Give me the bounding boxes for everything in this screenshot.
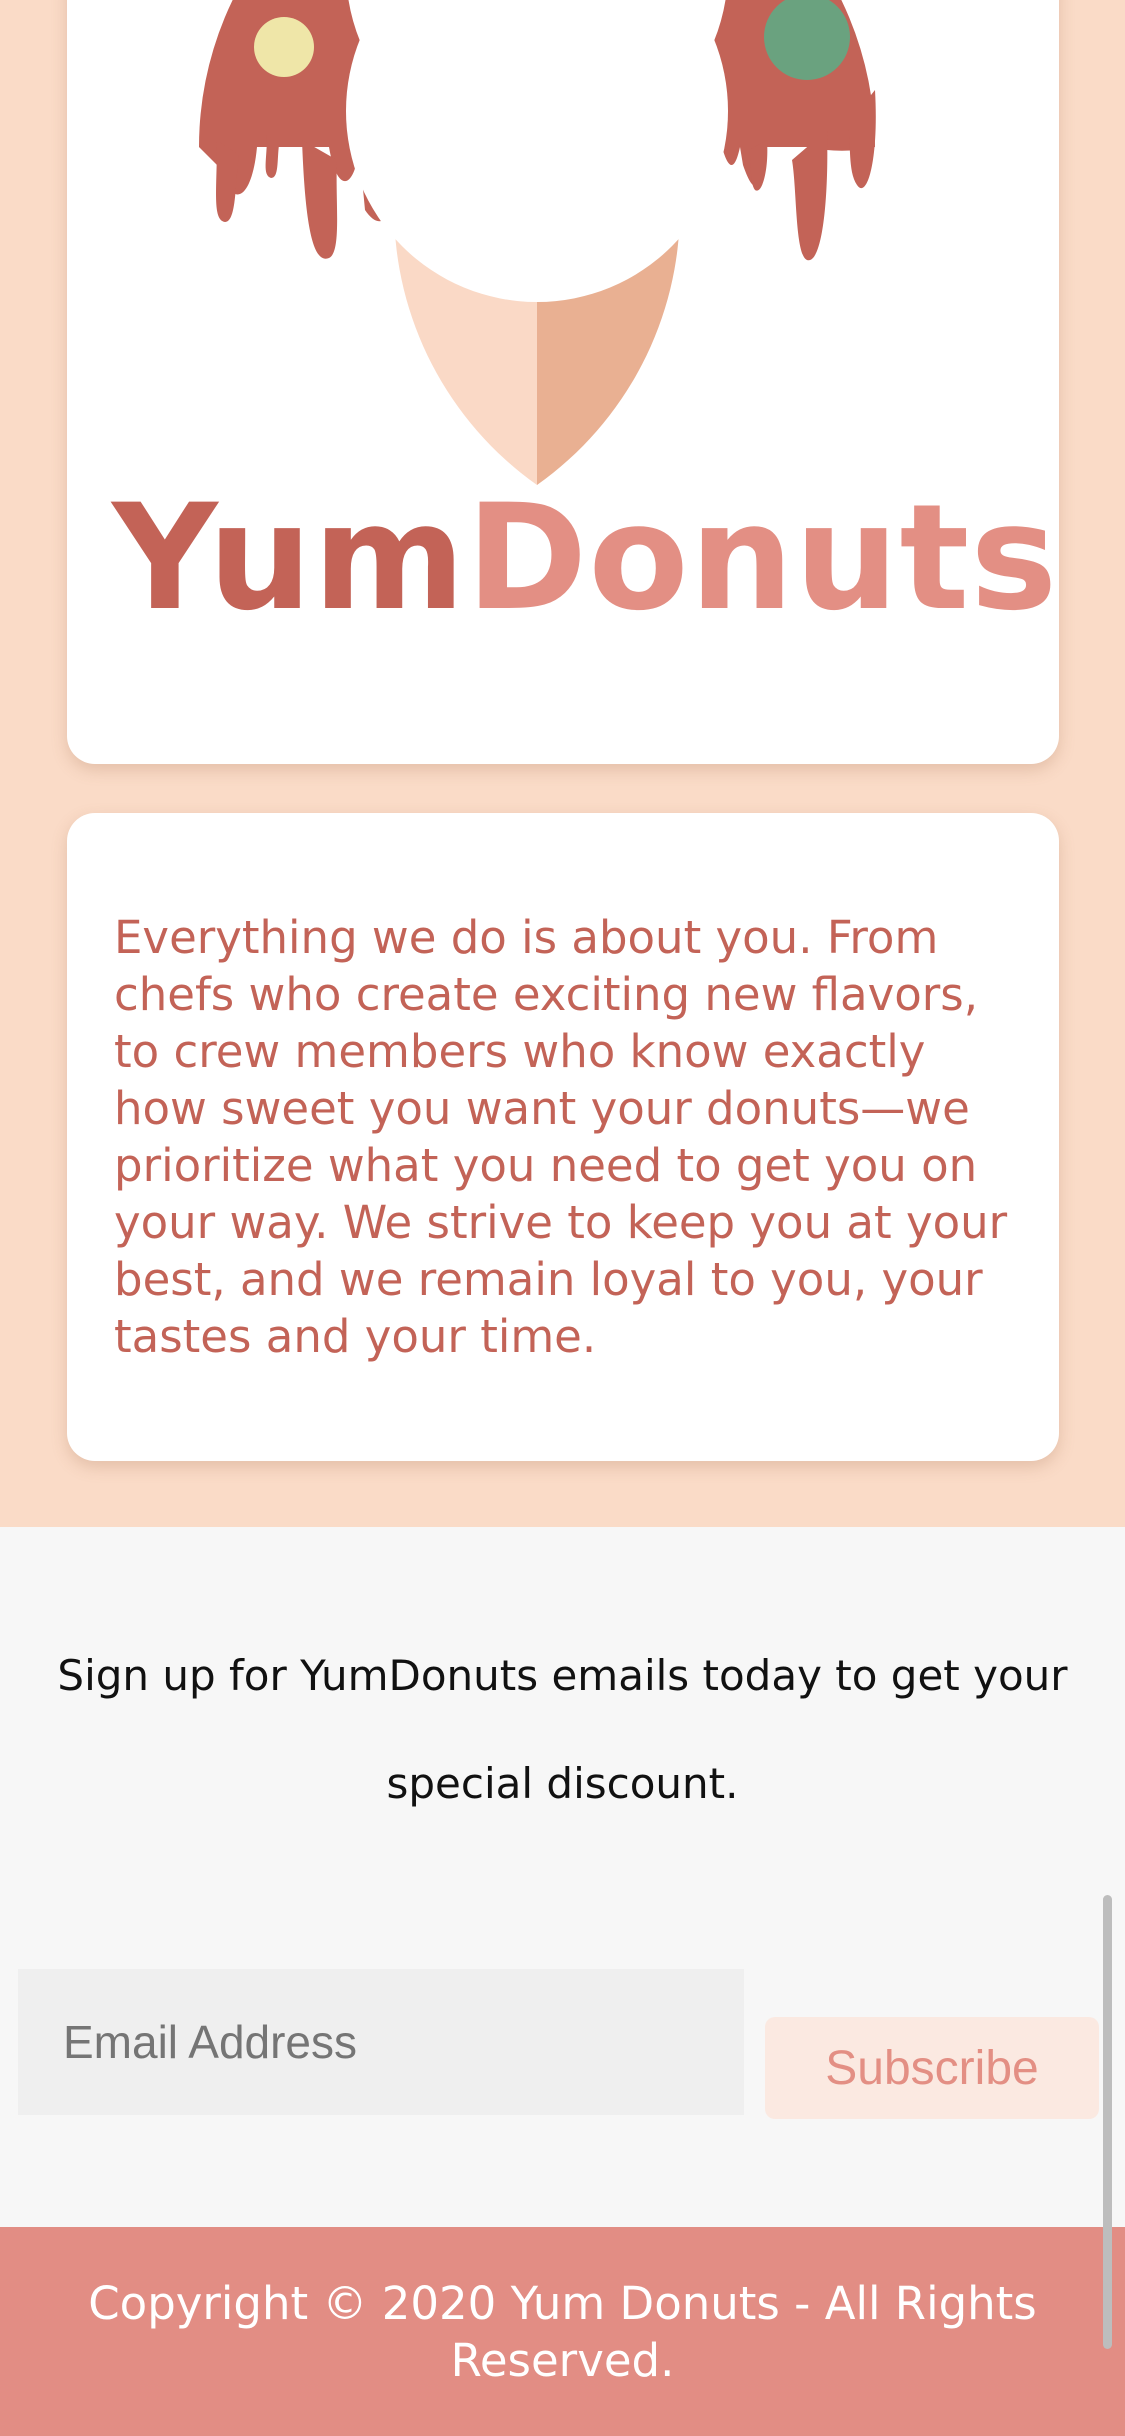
copyright-text: Copyright © 2020 Yum Donuts - All Rights… [88, 2277, 1037, 2387]
page: YumDonuts Everything we do is about you.… [0, 0, 1125, 2436]
email-input[interactable] [18, 1969, 744, 2115]
brand-logo: YumDonuts [112, 485, 1058, 631]
about-text: Everything we do is about you. From chef… [114, 911, 1008, 1363]
logo-donuts: Donuts [466, 473, 1059, 643]
signup-prompt: Sign up for YumDonuts emails today to ge… [57, 1651, 1068, 1808]
newsletter-section: Sign up for YumDonuts emails today to ge… [0, 1527, 1125, 2227]
hero-section: YumDonuts Everything we do is about you.… [0, 0, 1125, 1527]
subscribe-button[interactable]: Subscribe [765, 2017, 1099, 2119]
donut-illustration [199, 0, 876, 485]
scrollbar-thumb[interactable] [1103, 1895, 1112, 2349]
logo-card: YumDonuts [67, 0, 1059, 764]
footer: Copyright © 2020 Yum Donuts - All Rights… [0, 2227, 1125, 2436]
about-card: Everything we do is about you. From chef… [67, 813, 1059, 1461]
logo-yum: Yum [112, 473, 467, 643]
